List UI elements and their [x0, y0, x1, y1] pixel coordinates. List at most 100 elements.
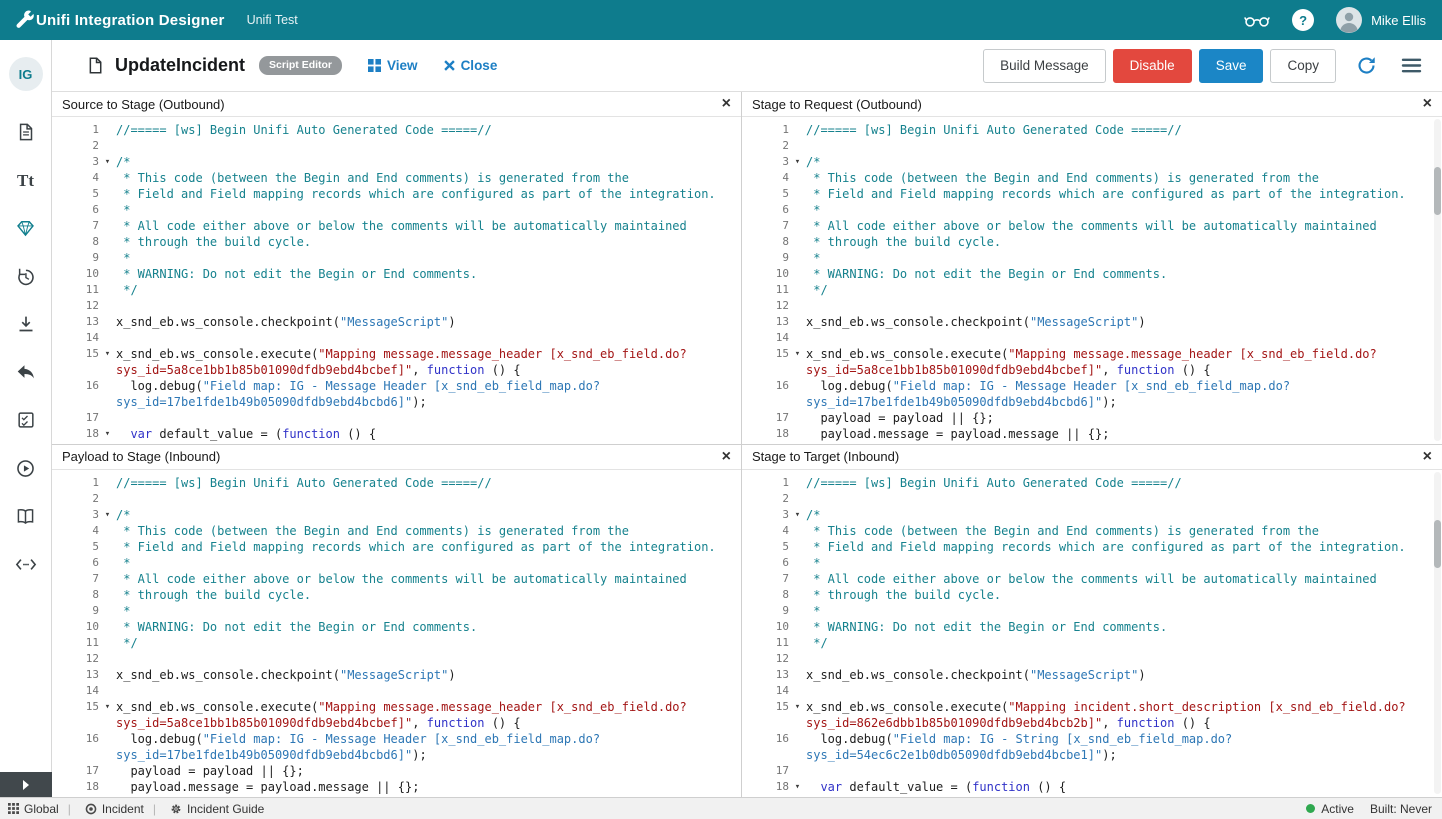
code-text: x_snd_eb.ws_console.execute("Mapping mes… [116, 346, 687, 362]
code-line: 2 [742, 491, 1442, 507]
fold-spacer [99, 282, 116, 298]
code-editor[interactable]: 1//===== [ws] Begin Unifi Auto Generated… [742, 470, 1442, 798]
help-button[interactable]: ? [1292, 9, 1314, 31]
integration-avatar[interactable]: IG [9, 57, 43, 91]
code-line: 11 */ [742, 282, 1442, 298]
vertical-scrollbar[interactable] [1434, 119, 1441, 441]
line-number: 8 [742, 234, 789, 250]
fold-toggle[interactable] [789, 346, 806, 362]
gear-icon [170, 803, 182, 815]
code-token: /* [116, 508, 130, 522]
disable-button[interactable]: Disable [1113, 49, 1192, 83]
code-text: * WARNING: Do not edit the Begin or End … [116, 266, 477, 282]
line-number: 3 [52, 507, 99, 523]
run-icon[interactable] [11, 453, 41, 483]
code-token: , [1102, 363, 1116, 377]
panel-close-button[interactable] [722, 96, 731, 112]
fields-icon[interactable] [11, 213, 41, 243]
refresh-button[interactable] [1351, 49, 1381, 83]
code-line: 11 */ [742, 635, 1442, 651]
download-icon[interactable] [11, 309, 41, 339]
line-gutter [52, 394, 116, 410]
fold-spacer [789, 747, 806, 763]
menu-button[interactable] [1396, 49, 1426, 83]
fold-toggle[interactable] [789, 779, 806, 795]
panel-close-button[interactable] [1423, 96, 1432, 112]
scrollbar-thumb[interactable] [1434, 167, 1441, 215]
undo-icon[interactable] [11, 357, 41, 387]
code-text: payload.message = payload.message || {}; [806, 426, 1109, 442]
line-number: 5 [742, 186, 789, 202]
code-text: * through the build cycle. [116, 587, 311, 603]
line-gutter: 9 [742, 603, 806, 619]
sidebar-expand-button[interactable] [0, 772, 52, 797]
code-token: /* [116, 155, 130, 169]
line-number: 17 [52, 763, 99, 779]
fold-toggle[interactable] [789, 154, 806, 170]
line-number: 15 [742, 699, 789, 715]
scrollbar-thumb[interactable] [1434, 520, 1441, 568]
code-editor[interactable]: 1//===== [ws] Begin Unifi Auto Generated… [742, 117, 1442, 444]
script-panel: Payload to Stage (Inbound)1//===== [ws] … [52, 445, 742, 798]
line-number: 13 [742, 314, 789, 330]
line-gutter: 3 [742, 154, 806, 170]
fold-spacer [99, 202, 116, 218]
line-gutter [52, 715, 116, 731]
code-token [806, 780, 820, 794]
tasks-icon[interactable] [11, 405, 41, 435]
line-number: 17 [52, 410, 99, 426]
code-line: sys_id=5a8ce1bb1b85b01090dfdb9ebd4bcbef]… [52, 715, 741, 731]
history-icon[interactable] [11, 261, 41, 291]
user-menu[interactable]: Mike Ellis [1336, 7, 1426, 33]
code-token: * Field and Field mapping records which … [806, 187, 1406, 201]
code-token: sys_id=862e6dbb1b85b01090dfdb9ebd4bcb2b]… [806, 716, 1102, 730]
code-token: * WARNING: Do not edit the Begin or End … [806, 267, 1167, 281]
code-line: sys_id=17be1fde1b49b05090dfdb9ebd4bcbd6]… [52, 394, 741, 410]
code-editor[interactable]: 1//===== [ws] Begin Unifi Auto Generated… [52, 117, 741, 444]
fold-toggle[interactable] [99, 699, 116, 715]
code-editor[interactable]: 1//===== [ws] Begin Unifi Auto Generated… [52, 470, 741, 798]
code-token: //===== [ws] Begin Unifi Auto Generated … [806, 123, 1182, 137]
line-number: 12 [742, 651, 789, 667]
line-number: 16 [742, 378, 789, 394]
code-text: sys_id=862e6dbb1b85b01090dfdb9ebd4bcb2b]… [806, 715, 1211, 731]
line-gutter: 12 [742, 298, 806, 314]
environment-name[interactable]: Unifi Test [247, 13, 298, 27]
build-message-button[interactable]: Build Message [983, 49, 1106, 83]
fold-toggle[interactable] [789, 507, 806, 523]
panel-header: Payload to Stage (Inbound) [52, 445, 741, 470]
fold-toggle[interactable] [99, 154, 116, 170]
statusbar-item-incident-guide[interactable]: Incident Guide [144, 802, 265, 816]
code-token: */ [806, 636, 828, 650]
statusbar-scopes: GlobalIncidentIncident Guide [8, 802, 264, 816]
fold-toggle[interactable] [99, 426, 116, 442]
glasses-icon[interactable] [1244, 13, 1270, 28]
statusbar-item-global[interactable]: Global [8, 802, 59, 816]
code-token: x_snd_eb.ws_console.execute( [806, 700, 1008, 714]
code-token: default_value = ( [842, 780, 972, 794]
line-number [52, 715, 99, 731]
line-number [742, 394, 789, 410]
save-button[interactable]: Save [1199, 49, 1264, 83]
code-token: * [116, 203, 130, 217]
view-button[interactable]: View [368, 58, 418, 73]
panel-close-button[interactable] [1423, 449, 1432, 465]
fold-toggle[interactable] [789, 699, 806, 715]
line-number: 8 [52, 587, 99, 603]
code-icon[interactable] [11, 549, 41, 579]
panel-close-button[interactable] [722, 449, 731, 465]
code-text: * [806, 250, 820, 266]
docs-icon[interactable] [11, 501, 41, 531]
vertical-scrollbar[interactable] [1434, 472, 1441, 795]
statusbar-item-incident[interactable]: Incident [59, 802, 144, 816]
code-token: payload.message = payload.message || {}; [806, 427, 1109, 441]
document-icon[interactable] [11, 117, 41, 147]
line-number: 6 [742, 555, 789, 571]
line-gutter: 1 [52, 122, 116, 138]
text-format-icon[interactable]: Tt [11, 165, 41, 195]
fold-toggle[interactable] [99, 507, 116, 523]
copy-button[interactable]: Copy [1270, 49, 1336, 83]
close-button[interactable]: Close [444, 58, 498, 73]
fold-toggle[interactable] [99, 346, 116, 362]
line-number: 2 [742, 491, 789, 507]
